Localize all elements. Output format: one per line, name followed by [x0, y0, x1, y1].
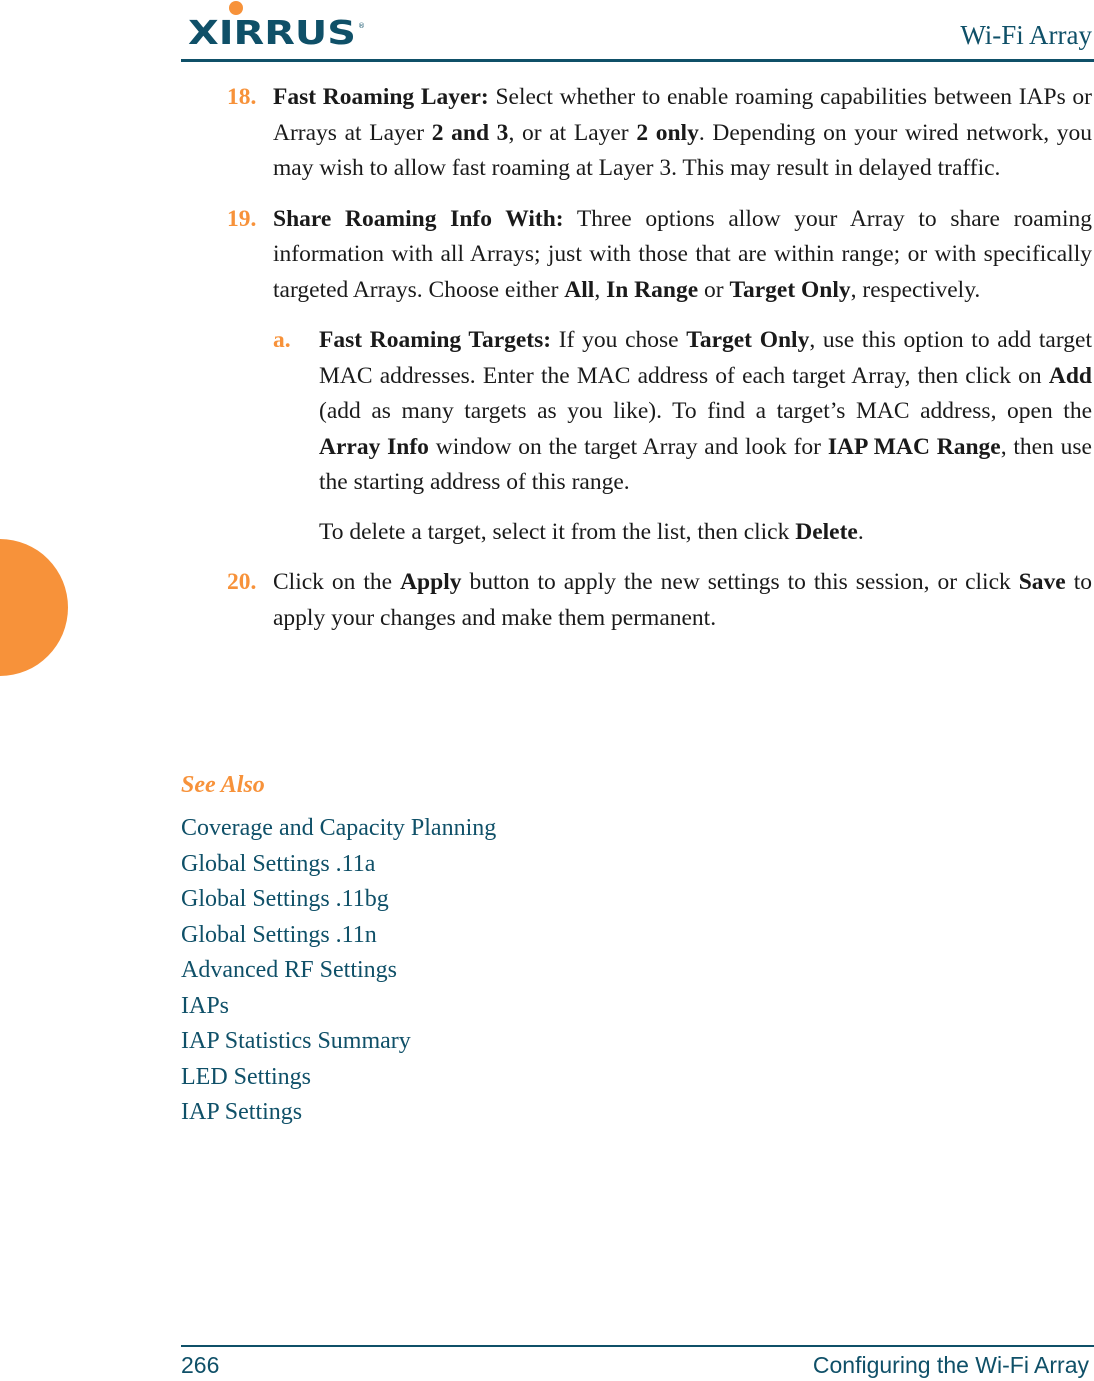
- bold-term: 2 only: [636, 119, 699, 146]
- bold-term: IAP MAC Range: [827, 433, 1001, 460]
- step-text: Fast Roaming Layer: Select whether to en…: [273, 84, 1093, 181]
- step-number: 20.: [227, 569, 257, 595]
- bold-term: Fast Roaming Targets:: [319, 327, 552, 353]
- page-number: 266: [181, 1352, 220, 1378]
- bold-term: Apply: [400, 569, 462, 595]
- see-also-link[interactable]: Advanced RF Settings: [181, 953, 496, 989]
- bold-term: Target Only: [686, 327, 810, 353]
- see-also-link[interactable]: LED Settings: [181, 1060, 496, 1096]
- chapter-tab-marker: [0, 539, 68, 676]
- see-also-link[interactable]: Coverage and Capacity Planning: [181, 811, 496, 847]
- substep-text: Fast Roaming Targets: If you chose Targe…: [319, 327, 1092, 495]
- bold-term: Fast Roaming Layer:: [273, 84, 489, 110]
- bold-term: In Range: [606, 276, 699, 303]
- step-text: Share Roaming Info With: Three options a…: [273, 205, 1092, 303]
- step-number: 19.: [227, 205, 257, 232]
- see-also-links: Coverage and Capacity Planning Global Se…: [181, 811, 496, 1131]
- step-19: 19. Share Roaming Info With: Three optio…: [181, 202, 1092, 309]
- substep-note: To delete a target, select it from the l…: [319, 518, 864, 545]
- substep-a: a. Fast Roaming Targets: If you chose Ta…: [181, 323, 1092, 501]
- substep-letter: a.: [273, 327, 291, 353]
- footer-chapter-title: Configuring the Wi-Fi Array: [812, 1352, 1089, 1378]
- step-text: Click on the Apply button to apply the n…: [273, 569, 1092, 631]
- bold-term: Add: [1048, 362, 1092, 389]
- see-also-link[interactable]: IAP Settings: [181, 1095, 496, 1131]
- bold-term: All: [564, 276, 595, 303]
- see-also-link[interactable]: Global Settings .11a: [181, 847, 496, 883]
- instructions: 18. Fast Roaming Layer: Select whether t…: [181, 80, 1092, 651]
- bold-term: Save: [1018, 569, 1066, 595]
- see-also-link[interactable]: IAPs: [181, 989, 496, 1025]
- bold-term: Delete: [795, 518, 858, 545]
- see-also-link[interactable]: Global Settings .11n: [181, 918, 496, 954]
- see-also-heading: See Also: [181, 772, 265, 798]
- bold-term: 2 and 3: [431, 119, 509, 146]
- header-divider: [181, 59, 1094, 62]
- bold-term: Share Roaming Info With:: [273, 205, 564, 232]
- step-number: 18.: [227, 84, 257, 110]
- svg-text:®: ®: [358, 22, 365, 30]
- header-title: Wi-Fi Array: [960, 20, 1092, 50]
- footer-divider: [181, 1345, 1094, 1347]
- bold-term: Target Only: [729, 276, 851, 303]
- see-also-link[interactable]: Global Settings .11bg: [181, 882, 496, 918]
- see-also-link[interactable]: IAP Statistics Summary: [181, 1024, 496, 1060]
- bold-term: Array Info: [319, 433, 429, 460]
- logo-text: XIRRUS: [188, 13, 356, 48]
- step-20: 20. Click on the Apply button to apply t…: [181, 565, 1092, 636]
- step-18: 18. Fast Roaming Layer: Select whether t…: [181, 80, 1092, 187]
- xirrus-logo: XIRRUS ®: [188, 1, 365, 48]
